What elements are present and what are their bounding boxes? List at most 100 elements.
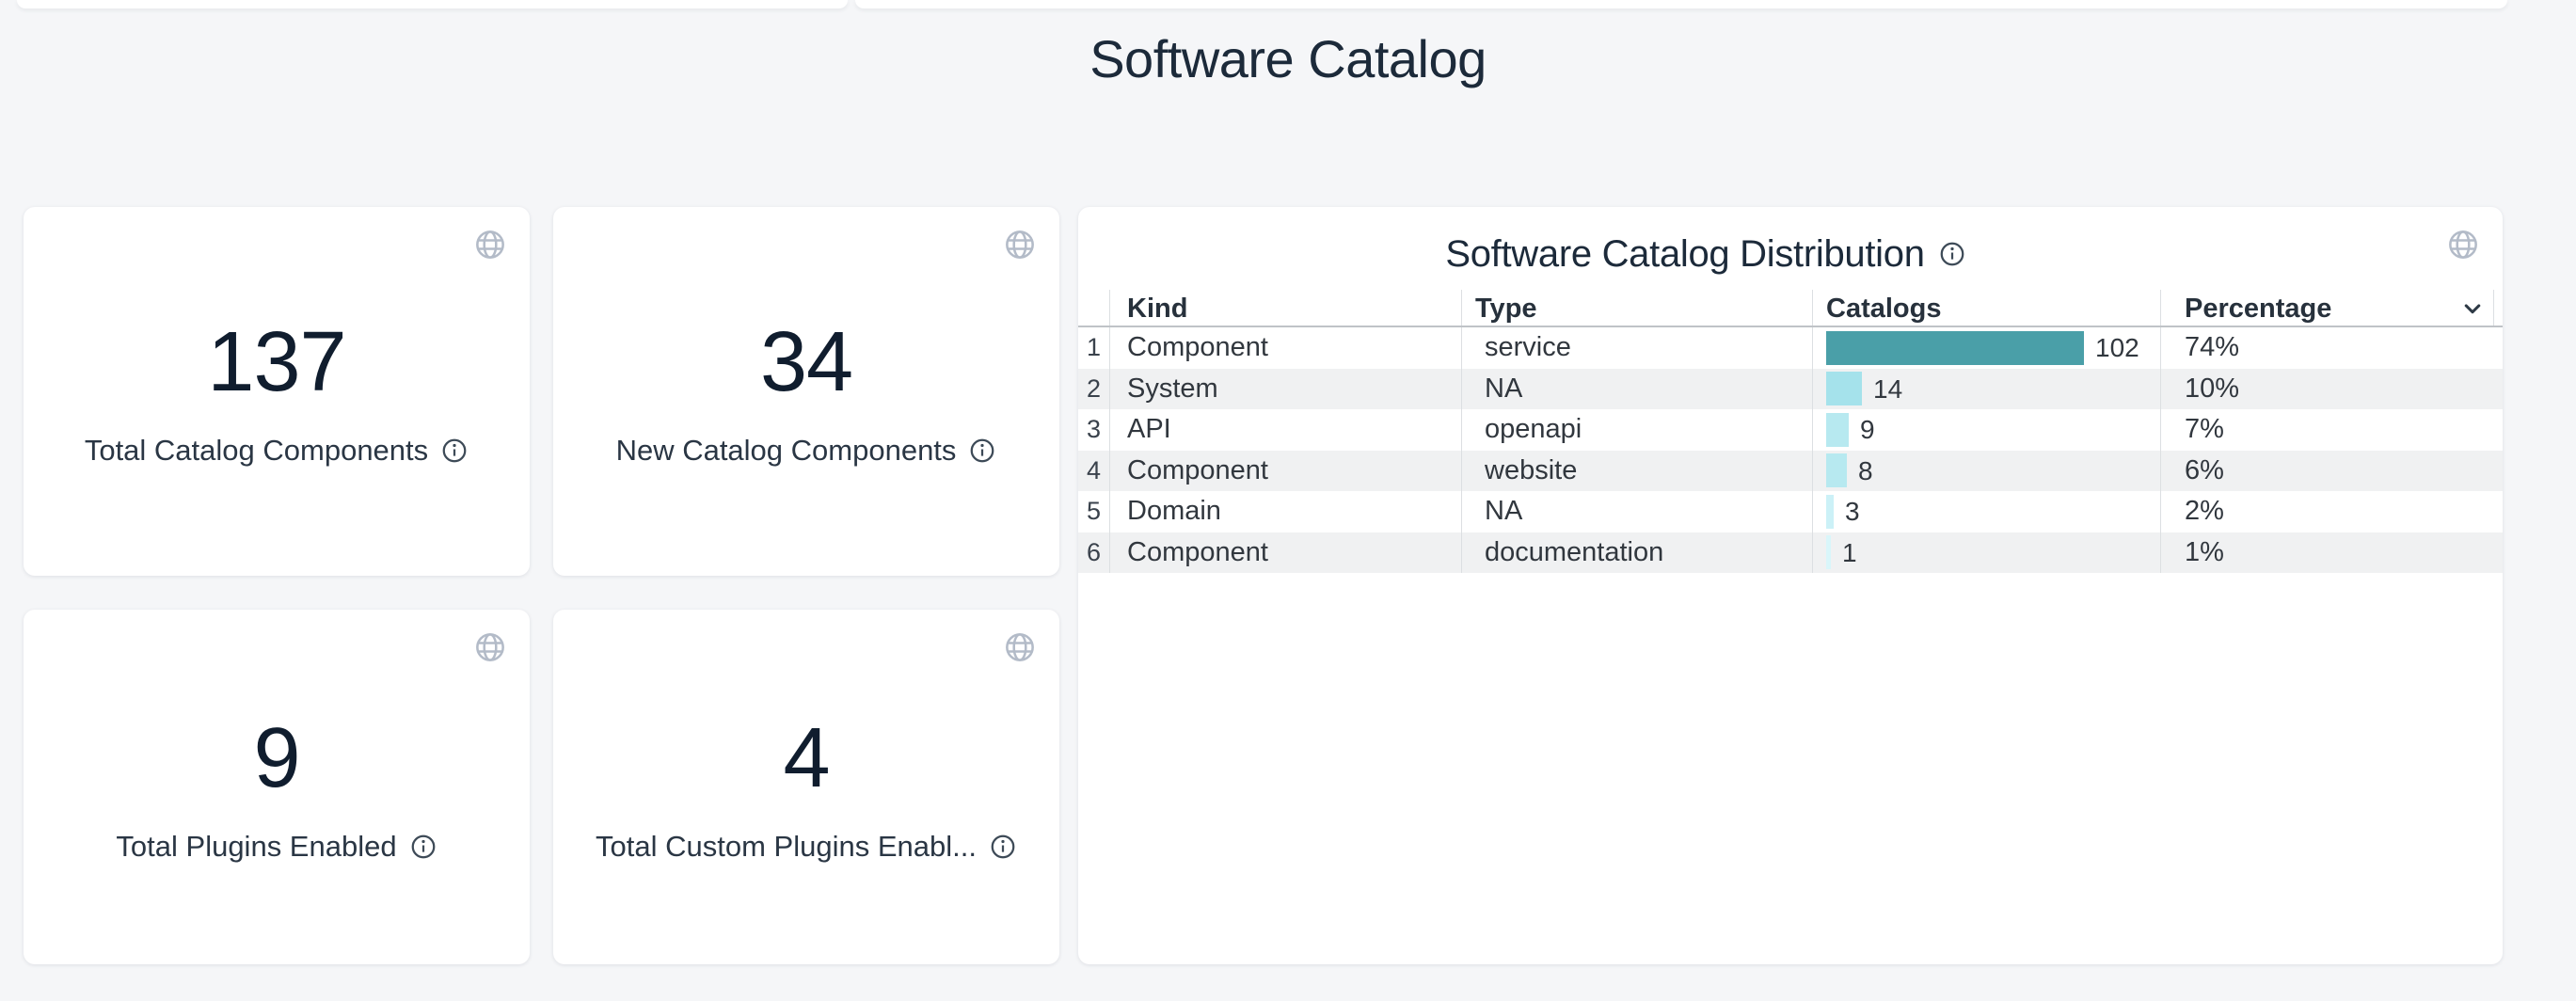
card-globe-button[interactable] <box>473 228 507 262</box>
catalogs-value: 1 <box>1842 532 1857 574</box>
stat-value: 137 <box>207 315 345 409</box>
cell-kind: Component <box>1127 451 1268 492</box>
column-divider <box>1812 369 1813 410</box>
cell-type: openapi <box>1485 409 1582 451</box>
info-icon[interactable] <box>968 437 996 465</box>
card-globe-button[interactable] <box>2446 228 2480 262</box>
column-header-percentage[interactable]: Percentage <box>2185 290 2331 327</box>
globe-icon <box>1003 228 1037 262</box>
row-index: 6 <box>1078 532 1109 574</box>
cell-type: NA <box>1485 369 1522 410</box>
globe-icon <box>473 228 507 262</box>
column-divider <box>1812 491 1813 532</box>
info-icon[interactable] <box>440 437 469 465</box>
column-divider <box>2160 451 2161 492</box>
stat-label: Total Plugins Enabled <box>116 830 396 864</box>
cell-percentage: 74% <box>2185 327 2239 369</box>
column-divider <box>1812 532 1813 574</box>
row-index: 5 <box>1078 491 1109 532</box>
stat-label: New Catalog Components <box>616 434 957 468</box>
cell-kind: System <box>1127 369 1218 410</box>
chevron-down-icon[interactable] <box>2459 295 2486 322</box>
column-divider <box>1461 491 1462 532</box>
card-globe-button[interactable] <box>1003 630 1037 664</box>
catalogs-bar <box>1826 453 1847 487</box>
catalogs-value: 8 <box>1858 451 1873 492</box>
info-icon[interactable] <box>409 833 437 861</box>
column-divider <box>2160 491 2161 532</box>
catalogs-bar <box>1826 331 2084 365</box>
table-body: 1 Component service 102 74% 2 System NA … <box>1078 327 2503 573</box>
column-header-catalogs[interactable]: Catalogs <box>1826 290 1941 327</box>
table-row: 6 Component documentation 1 1% <box>1078 532 2503 574</box>
column-header-type[interactable]: Type <box>1475 290 1537 327</box>
column-divider <box>2160 369 2161 410</box>
table-row: 4 Component website 8 6% <box>1078 451 2503 492</box>
scrolled-card-remnant-left <box>17 0 848 8</box>
cell-type: website <box>1485 451 1577 492</box>
column-divider <box>1461 290 1462 326</box>
column-divider <box>1812 409 1813 451</box>
stat-label: Total Catalog Components <box>85 434 428 468</box>
row-index: 2 <box>1078 369 1109 410</box>
cell-type: service <box>1485 327 1571 369</box>
table-header-row: Kind Type Catalogs Percentage <box>1078 290 2503 327</box>
row-index: 1 <box>1078 327 1109 369</box>
page-title: Software Catalog <box>0 26 2576 92</box>
info-icon[interactable] <box>989 833 1017 861</box>
column-divider <box>1461 409 1462 451</box>
stat-value: 9 <box>253 711 299 805</box>
globe-icon <box>473 630 507 664</box>
stat-card-total-catalog-components: 137 Total Catalog Components <box>24 207 530 576</box>
stat-card-total-custom-plugins-enabled: 4 Total Custom Plugins Enabl... <box>553 610 1059 964</box>
cell-type: documentation <box>1485 532 1663 574</box>
scrolled-card-remnant-right <box>855 0 2507 8</box>
column-divider <box>1812 451 1813 492</box>
software-catalog-distribution-card: Software Catalog Distribution Kind Type … <box>1078 207 2503 964</box>
distribution-table: Kind Type Catalogs Percentage 1 Componen… <box>1078 290 2503 573</box>
cell-percentage: 7% <box>2185 409 2224 451</box>
globe-icon <box>1003 630 1037 664</box>
column-divider <box>1109 290 1110 326</box>
column-divider <box>2160 409 2161 451</box>
table-row: 2 System NA 14 10% <box>1078 369 2503 410</box>
table-row: 1 Component service 102 74% <box>1078 327 2503 369</box>
table-row: 5 Domain NA 3 2% <box>1078 491 2503 532</box>
row-index: 3 <box>1078 409 1109 451</box>
column-divider <box>1109 491 1110 532</box>
catalogs-bar <box>1826 535 1831 569</box>
column-divider <box>1812 290 1813 326</box>
catalogs-value: 3 <box>1845 491 1860 532</box>
cell-kind: API <box>1127 409 1171 451</box>
cell-kind: Component <box>1127 327 1268 369</box>
info-icon[interactable] <box>1938 240 1966 268</box>
column-divider <box>1109 532 1110 574</box>
catalogs-bar <box>1826 413 1849 447</box>
stat-label: Total Custom Plugins Enabl... <box>596 830 977 864</box>
cell-type: NA <box>1485 491 1522 532</box>
catalogs-bar <box>1826 372 1862 405</box>
cell-percentage: 1% <box>2185 532 2224 574</box>
cell-kind: Component <box>1127 532 1268 574</box>
column-header-kind[interactable]: Kind <box>1127 290 1187 327</box>
catalogs-bar <box>1826 495 1834 529</box>
stat-card-total-plugins-enabled: 9 Total Plugins Enabled <box>24 610 530 964</box>
column-divider <box>1109 327 1110 369</box>
cell-percentage: 6% <box>2185 451 2224 492</box>
globe-icon <box>2446 228 2480 262</box>
column-divider <box>2160 327 2161 369</box>
cell-kind: Domain <box>1127 491 1221 532</box>
cell-percentage: 10% <box>2185 369 2239 410</box>
column-divider <box>2160 290 2161 326</box>
table-row: 3 API openapi 9 7% <box>1078 409 2503 451</box>
cell-percentage: 2% <box>2185 491 2224 532</box>
card-globe-button[interactable] <box>473 630 507 664</box>
column-divider <box>2493 290 2494 326</box>
widget-title: Software Catalog Distribution <box>1445 233 1924 276</box>
stat-card-new-catalog-components: 34 New Catalog Components <box>553 207 1059 576</box>
card-globe-button[interactable] <box>1003 228 1037 262</box>
catalogs-value: 14 <box>1873 369 1902 410</box>
column-divider <box>1461 532 1462 574</box>
catalogs-value: 9 <box>1860 409 1875 451</box>
column-divider <box>1812 327 1813 369</box>
